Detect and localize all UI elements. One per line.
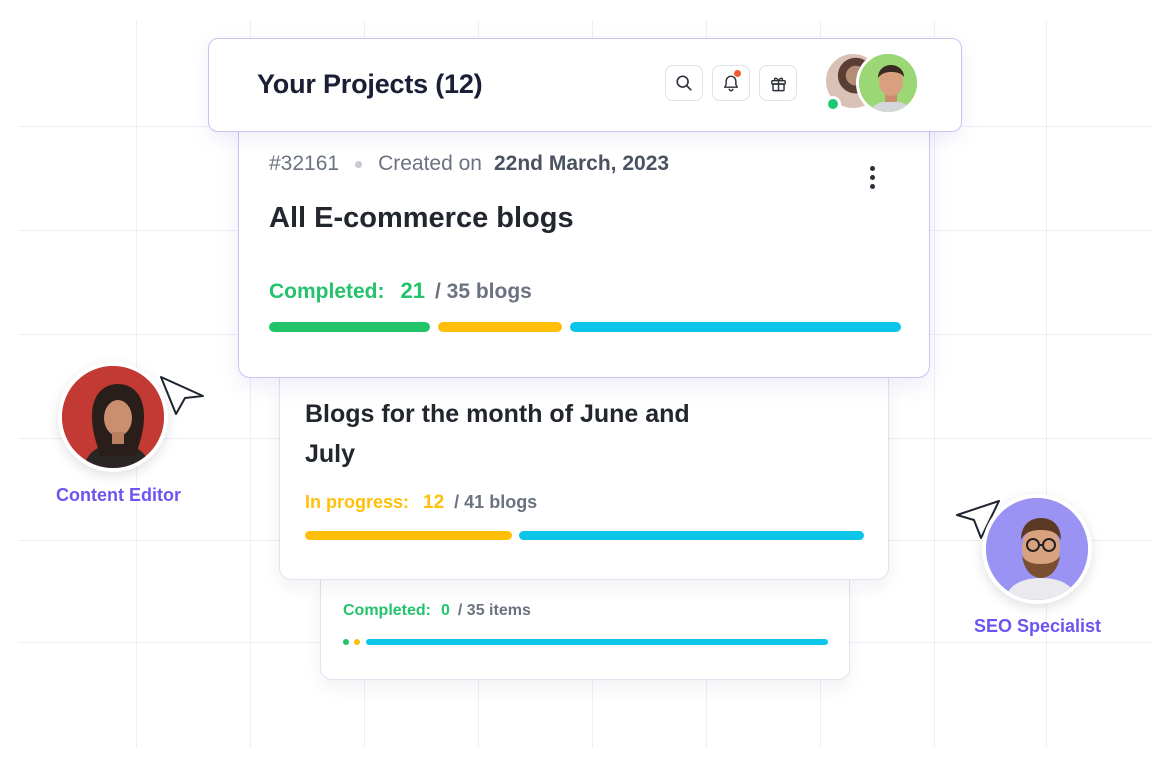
- status-label: Completed:: [269, 280, 385, 303]
- more-options-icon[interactable]: [870, 166, 875, 189]
- progress-segment-completed: [343, 639, 349, 645]
- notifications-button[interactable]: [712, 65, 750, 101]
- project-status: In progress: 12 / 41 blogs: [305, 492, 537, 514]
- page-title: Your Projects (12): [257, 69, 483, 99]
- notification-dot: [734, 70, 741, 77]
- status-count: 21: [400, 278, 425, 303]
- team-avatars[interactable]: [823, 51, 923, 117]
- content-editor-avatar-icon: [62, 366, 164, 468]
- status-label: Completed:: [343, 602, 431, 619]
- progress-segment-completed: [269, 322, 430, 332]
- progress-segment-in-progress: [305, 531, 512, 540]
- avatar: [982, 494, 1092, 604]
- online-status-indicator: [825, 96, 841, 112]
- status-total: / 41 blogs: [454, 492, 538, 512]
- project-card[interactable]: #32161 Created on 22nd March, 2023 All E…: [238, 118, 930, 378]
- created-label: Created on: [378, 152, 482, 175]
- progress-segment-in-progress: [354, 639, 360, 645]
- avatar[interactable]: [856, 51, 920, 115]
- separator-dot: [355, 160, 363, 168]
- status-total: / 35 items: [457, 602, 531, 619]
- search-button[interactable]: [665, 65, 703, 101]
- persona-label: Content Editor: [56, 485, 181, 505]
- status-label: In progress:: [305, 492, 410, 512]
- cursor-arrow-icon: [160, 376, 204, 415]
- user-avatar-icon: [859, 54, 917, 112]
- progress-segment-in-progress: [438, 322, 562, 332]
- progress-segment-remaining: [519, 531, 864, 540]
- persona-seo-specialist: SEO Specialist: [950, 494, 1140, 644]
- search-icon: [676, 75, 692, 91]
- project-title: All E-commerce blogs: [269, 202, 574, 234]
- project-status: Completed: 21 / 35 blogs: [269, 278, 532, 304]
- project-card[interactable]: Blogs for the month of June and July In …: [279, 378, 889, 580]
- persona-content-editor: Content Editor: [40, 362, 220, 512]
- persona-label: SEO Specialist: [974, 616, 1102, 636]
- project-status: Completed: 0 / 35 items: [343, 602, 531, 620]
- gift-icon: [770, 77, 786, 91]
- projects-header: Your Projects (12): [208, 38, 962, 132]
- seo-specialist-avatar-icon: [986, 498, 1088, 600]
- status-total: / 35 blogs: [434, 280, 532, 303]
- status-count: 0: [441, 602, 450, 619]
- progress-segment-remaining: [366, 639, 828, 645]
- status-count: 12: [423, 492, 445, 513]
- gifts-button[interactable]: [759, 65, 797, 101]
- project-id: #32161: [269, 152, 340, 175]
- progress-segment-remaining: [570, 322, 901, 332]
- project-card[interactable]: Completed: 0 / 35 items: [320, 580, 850, 680]
- avatar: [58, 362, 168, 472]
- project-title: Blogs for the month of June and July: [305, 400, 690, 468]
- project-meta: #32161 Created on 22nd March, 2023: [269, 152, 669, 176]
- created-date: 22nd March, 2023: [493, 152, 670, 175]
